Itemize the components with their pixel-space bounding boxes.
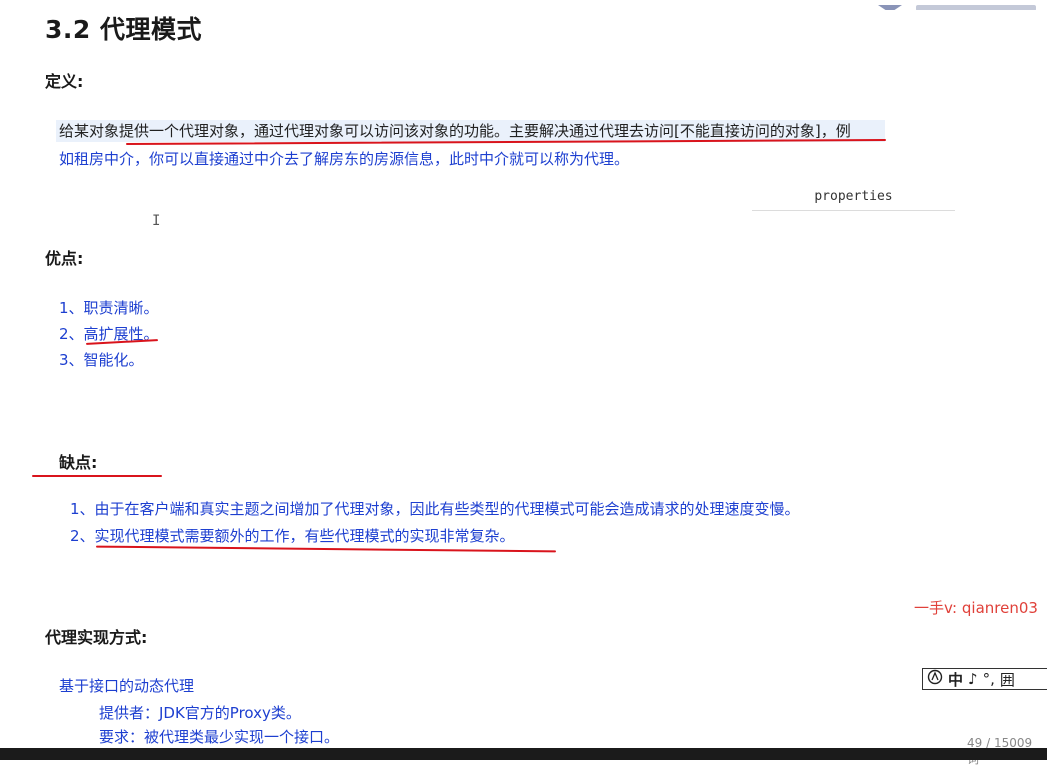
definition-line-1-text: 给某对象提供一个代理对象，通过代理对象可以访问该对象的功能。主要解决通过代理去访…: [59, 122, 851, 140]
ime-chinese-toggle[interactable]: 中: [948, 669, 963, 690]
pros-label: 优点:: [45, 249, 84, 268]
definition-line-2: 如租房中介，你可以直接通过中介去了解房东的房源信息，此时中介就可以称为代理。: [59, 150, 630, 168]
watermark-text: 一手v: qianren03: [914, 599, 1038, 617]
impl-line-2: 提供者：JDK官方的Proxy类。: [99, 704, 301, 722]
logo-fragment: [876, 0, 1047, 10]
cons-list: 1、由于在客户端和真实主题之间增加了代理对象，因此有些类型的代理模式可能会造成请…: [70, 496, 800, 550]
ime-logo-icon[interactable]: [927, 669, 943, 689]
definition-label: 定义:: [45, 72, 84, 91]
ime-moon-icon[interactable]: ♪: [968, 670, 978, 688]
bottom-taskbar: [0, 748, 1047, 760]
impl-label: 代理实现方式:: [45, 628, 148, 647]
impl-line-1: 基于接口的动态代理: [59, 677, 195, 695]
page-title: 3.2 代理模式: [45, 15, 202, 44]
pros-list: 1、职责清晰。 2、高扩展性。 3、智能化。: [59, 295, 159, 373]
impl-line-3: 要求：被代理类最少实现一个接口。: [99, 728, 340, 746]
ime-punct-toggle[interactable]: °,: [983, 670, 995, 688]
ime-toolbar[interactable]: 中 ♪ °, 囲: [922, 668, 1047, 690]
cons-label: 缺点:: [59, 453, 98, 472]
properties-box[interactable]: properties: [752, 186, 955, 211]
text-cursor-icon: I: [152, 213, 161, 229]
pros-item: 1、职责清晰。: [59, 299, 159, 317]
cons-item: 1、由于在客户端和真实主题之间增加了代理对象，因此有些类型的代理模式可能会造成请…: [70, 500, 800, 518]
red-underline-cons-label: [32, 475, 162, 477]
pros-item: 3、智能化。: [59, 351, 144, 369]
ime-grid-icon[interactable]: 囲: [1000, 669, 1015, 690]
